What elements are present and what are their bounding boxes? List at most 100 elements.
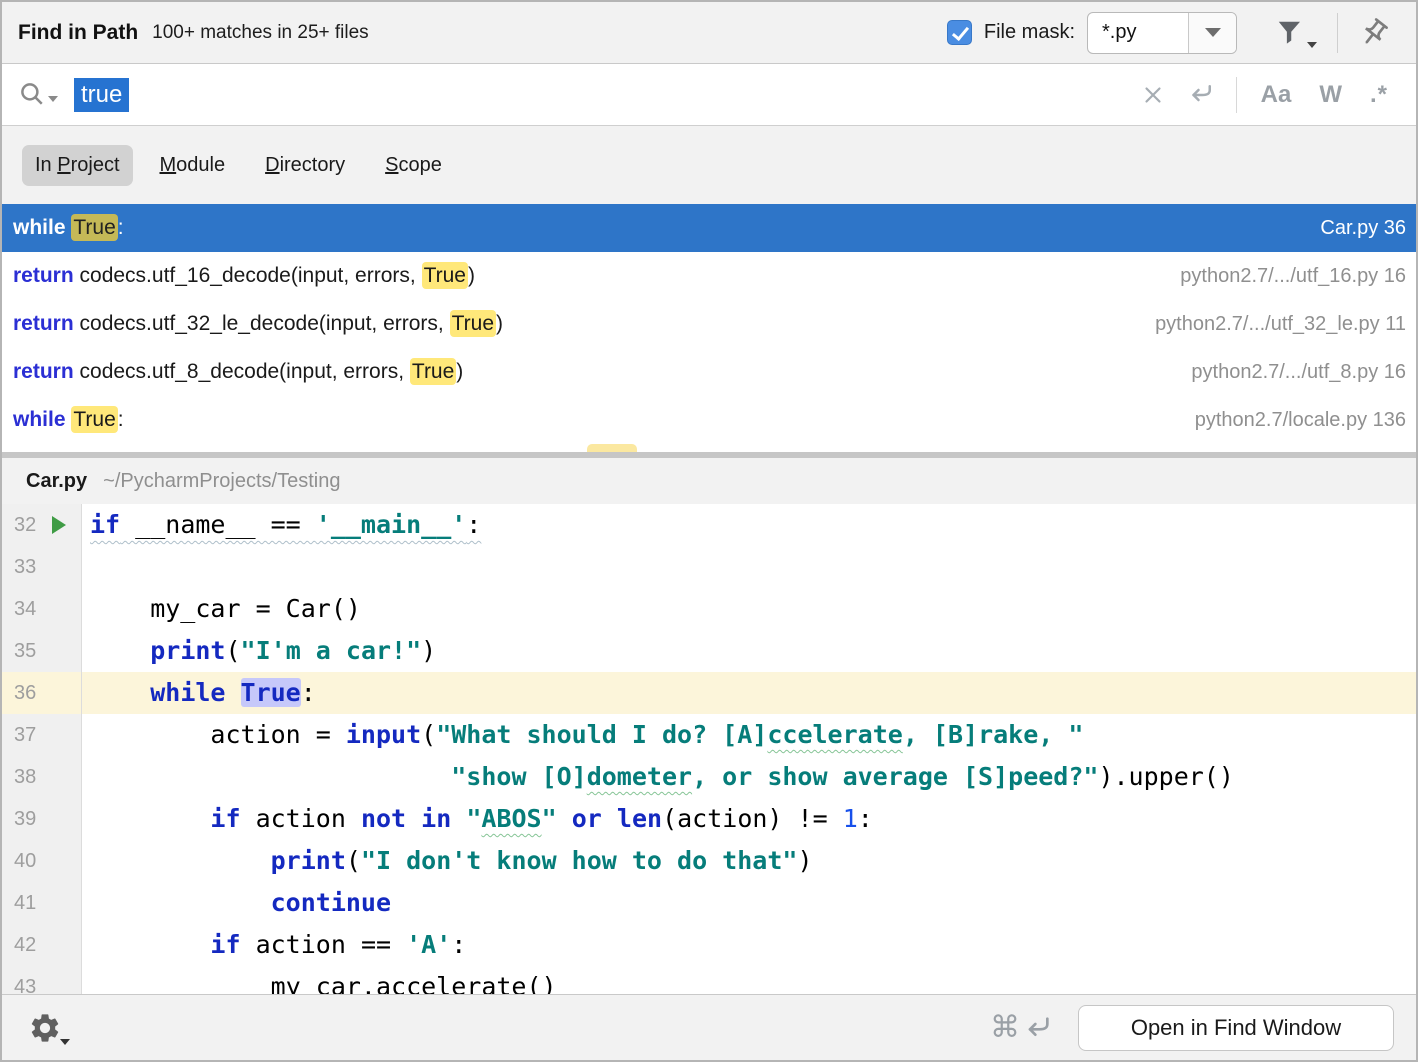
text-segment: [90, 762, 451, 791]
text-segment: "show [O]: [451, 762, 586, 791]
scope-tab-directory[interactable]: Directory: [252, 145, 358, 186]
text-segment: True: [71, 406, 117, 433]
code-line[interactable]: 35 print("I'm a car!"): [2, 630, 1416, 672]
search-icon: [18, 80, 48, 110]
code-line[interactable]: 38 "show [O]dometer, or show average [S]…: [2, 756, 1416, 798]
settings-button[interactable]: [28, 1011, 70, 1045]
result-text: return codecs.utf_32_le_decode(input, er…: [13, 312, 503, 336]
open-in-find-window-button[interactable]: Open in Find Window: [1078, 1005, 1394, 1051]
text-segment: codecs.utf_8_decode(input, errors,: [74, 360, 410, 383]
line-number-text: 38: [14, 756, 36, 798]
text-segment: ): [456, 360, 463, 383]
search-result-row[interactable]: return codecs.utf_8_decode(input, errors…: [2, 348, 1416, 396]
run-icon[interactable]: [52, 516, 66, 534]
filter-icon: [1275, 18, 1305, 48]
insert-newline-button[interactable]: [1184, 78, 1218, 112]
code-text: "show [O]dometer, or show average [S]pee…: [82, 756, 1234, 798]
text-segment: ): [421, 636, 436, 665]
text-segment: (: [225, 636, 240, 665]
code-line[interactable]: 33: [2, 546, 1416, 588]
scope-tab-scope[interactable]: Scope: [372, 145, 455, 186]
search-result-row[interactable]: while True:Car.py 36: [2, 204, 1416, 252]
file-mask-value[interactable]: *.py: [1088, 13, 1188, 53]
clear-search-button[interactable]: [1138, 80, 1168, 110]
text-segment: (: [346, 846, 361, 875]
text-segment: action: [241, 804, 361, 833]
text-segment: , or show average [S]peed?": [692, 762, 1098, 791]
text-segment: not in: [361, 804, 451, 833]
result-text: return codecs.utf_8_decode(input, errors…: [13, 360, 463, 384]
search-input[interactable]: true: [74, 78, 129, 112]
code-line[interactable]: 39 if action not in "ABOS" or len(action…: [2, 798, 1416, 840]
text-segment: ).upper(): [1098, 762, 1233, 791]
regex-toggle[interactable]: .*: [1370, 81, 1388, 109]
pin-button[interactable]: [1356, 15, 1392, 51]
file-mask-dropdown-button[interactable]: [1188, 13, 1236, 53]
header: Find in Path 100+ matches in 25+ files F…: [2, 2, 1416, 64]
line-number-text: 39: [14, 798, 36, 840]
text-segment: :: [858, 804, 873, 833]
search-row: true Aa W .*: [2, 64, 1416, 126]
code-line[interactable]: 37 action = input("What should I do? [A]…: [2, 714, 1416, 756]
find-in-path-dialog: Find in Path 100+ matches in 25+ files F…: [0, 0, 1418, 1062]
line-number: 34: [2, 588, 82, 630]
preview-file-path: ~/PycharmProjects/Testing: [103, 470, 340, 493]
text-segment: while: [150, 678, 240, 707]
code-line[interactable]: 36 while True:: [2, 672, 1416, 714]
text-segment: print: [150, 636, 225, 665]
code-line[interactable]: 42 if action == 'A':: [2, 924, 1416, 966]
line-number-text: 37: [14, 714, 36, 756]
text-segment: "I'm a car!": [241, 636, 422, 665]
code-editor[interactable]: 32 if __name__ == '__main__':3334 my_car …: [2, 504, 1416, 994]
search-result-row[interactable]: while True:python2.7/locale.py 136: [2, 396, 1416, 444]
code-line[interactable]: 40 print("I don't know how to do that"): [2, 840, 1416, 882]
search-history-button[interactable]: [16, 78, 60, 112]
search-result-row[interactable]: return codecs.utf_16_decode(input, error…: [2, 252, 1416, 300]
text-segment: len: [617, 804, 662, 833]
code-line[interactable]: 32 if __name__ == '__main__':: [2, 504, 1416, 546]
text-segment: :: [118, 216, 124, 239]
result-location: python2.7/.../utf_8.py 16: [1171, 361, 1406, 384]
scope-tab-in-project[interactable]: In Project: [22, 145, 133, 186]
text-segment: while: [13, 408, 66, 431]
file-mask-combo[interactable]: *.py: [1087, 12, 1237, 54]
dialog-title: Find in Path: [18, 21, 138, 45]
text-segment: True: [422, 262, 468, 289]
filter-button[interactable]: [1273, 16, 1319, 50]
line-number: 35: [2, 630, 82, 672]
scope-tab-module[interactable]: Module: [147, 145, 239, 186]
text-segment: (: [421, 720, 436, 749]
text-segment: "I don't know how to do that": [361, 846, 798, 875]
code-text: if __name__ == '__main__':: [82, 504, 481, 546]
text-segment: :: [451, 930, 466, 959]
divider: [1236, 77, 1237, 113]
match-case-toggle[interactable]: Aa: [1261, 81, 1292, 109]
line-number: 33: [2, 546, 82, 588]
code-text: print("I'm a car!"): [82, 630, 436, 672]
return-icon: [1186, 80, 1216, 110]
line-number: 40: [2, 840, 82, 882]
code-line[interactable]: 43 my_car.accelerate(): [2, 966, 1416, 994]
code-text: my_car.accelerate(): [82, 966, 557, 994]
text-segment: :: [301, 678, 316, 707]
text-segment: [90, 846, 271, 875]
result-location: Car.py 36: [1300, 217, 1406, 240]
text-segment: ": [466, 804, 481, 833]
file-mask-checkbox[interactable]: [947, 20, 972, 45]
code-text: action = input("What should I do? [A]cce…: [82, 714, 1083, 756]
code-text: if action == 'A':: [82, 924, 466, 966]
code-line[interactable]: 34 my_car = Car(): [2, 588, 1416, 630]
text-segment: ABOS: [481, 804, 541, 833]
footer: ⌘ Open in Find Window: [2, 994, 1416, 1060]
text-segment: [90, 888, 271, 917]
search-result-row[interactable]: return codecs.utf_32_le_decode(input, er…: [2, 300, 1416, 348]
line-number-text: 35: [14, 630, 36, 672]
text-segment: [90, 678, 150, 707]
words-toggle[interactable]: W: [1319, 81, 1342, 109]
chevron-down-icon: [48, 96, 58, 102]
divider: [1337, 13, 1338, 53]
code-line[interactable]: 41 continue: [2, 882, 1416, 924]
line-number-text: 36: [14, 672, 36, 714]
line-number-text: 32: [14, 504, 36, 546]
text-segment: if: [90, 510, 120, 539]
